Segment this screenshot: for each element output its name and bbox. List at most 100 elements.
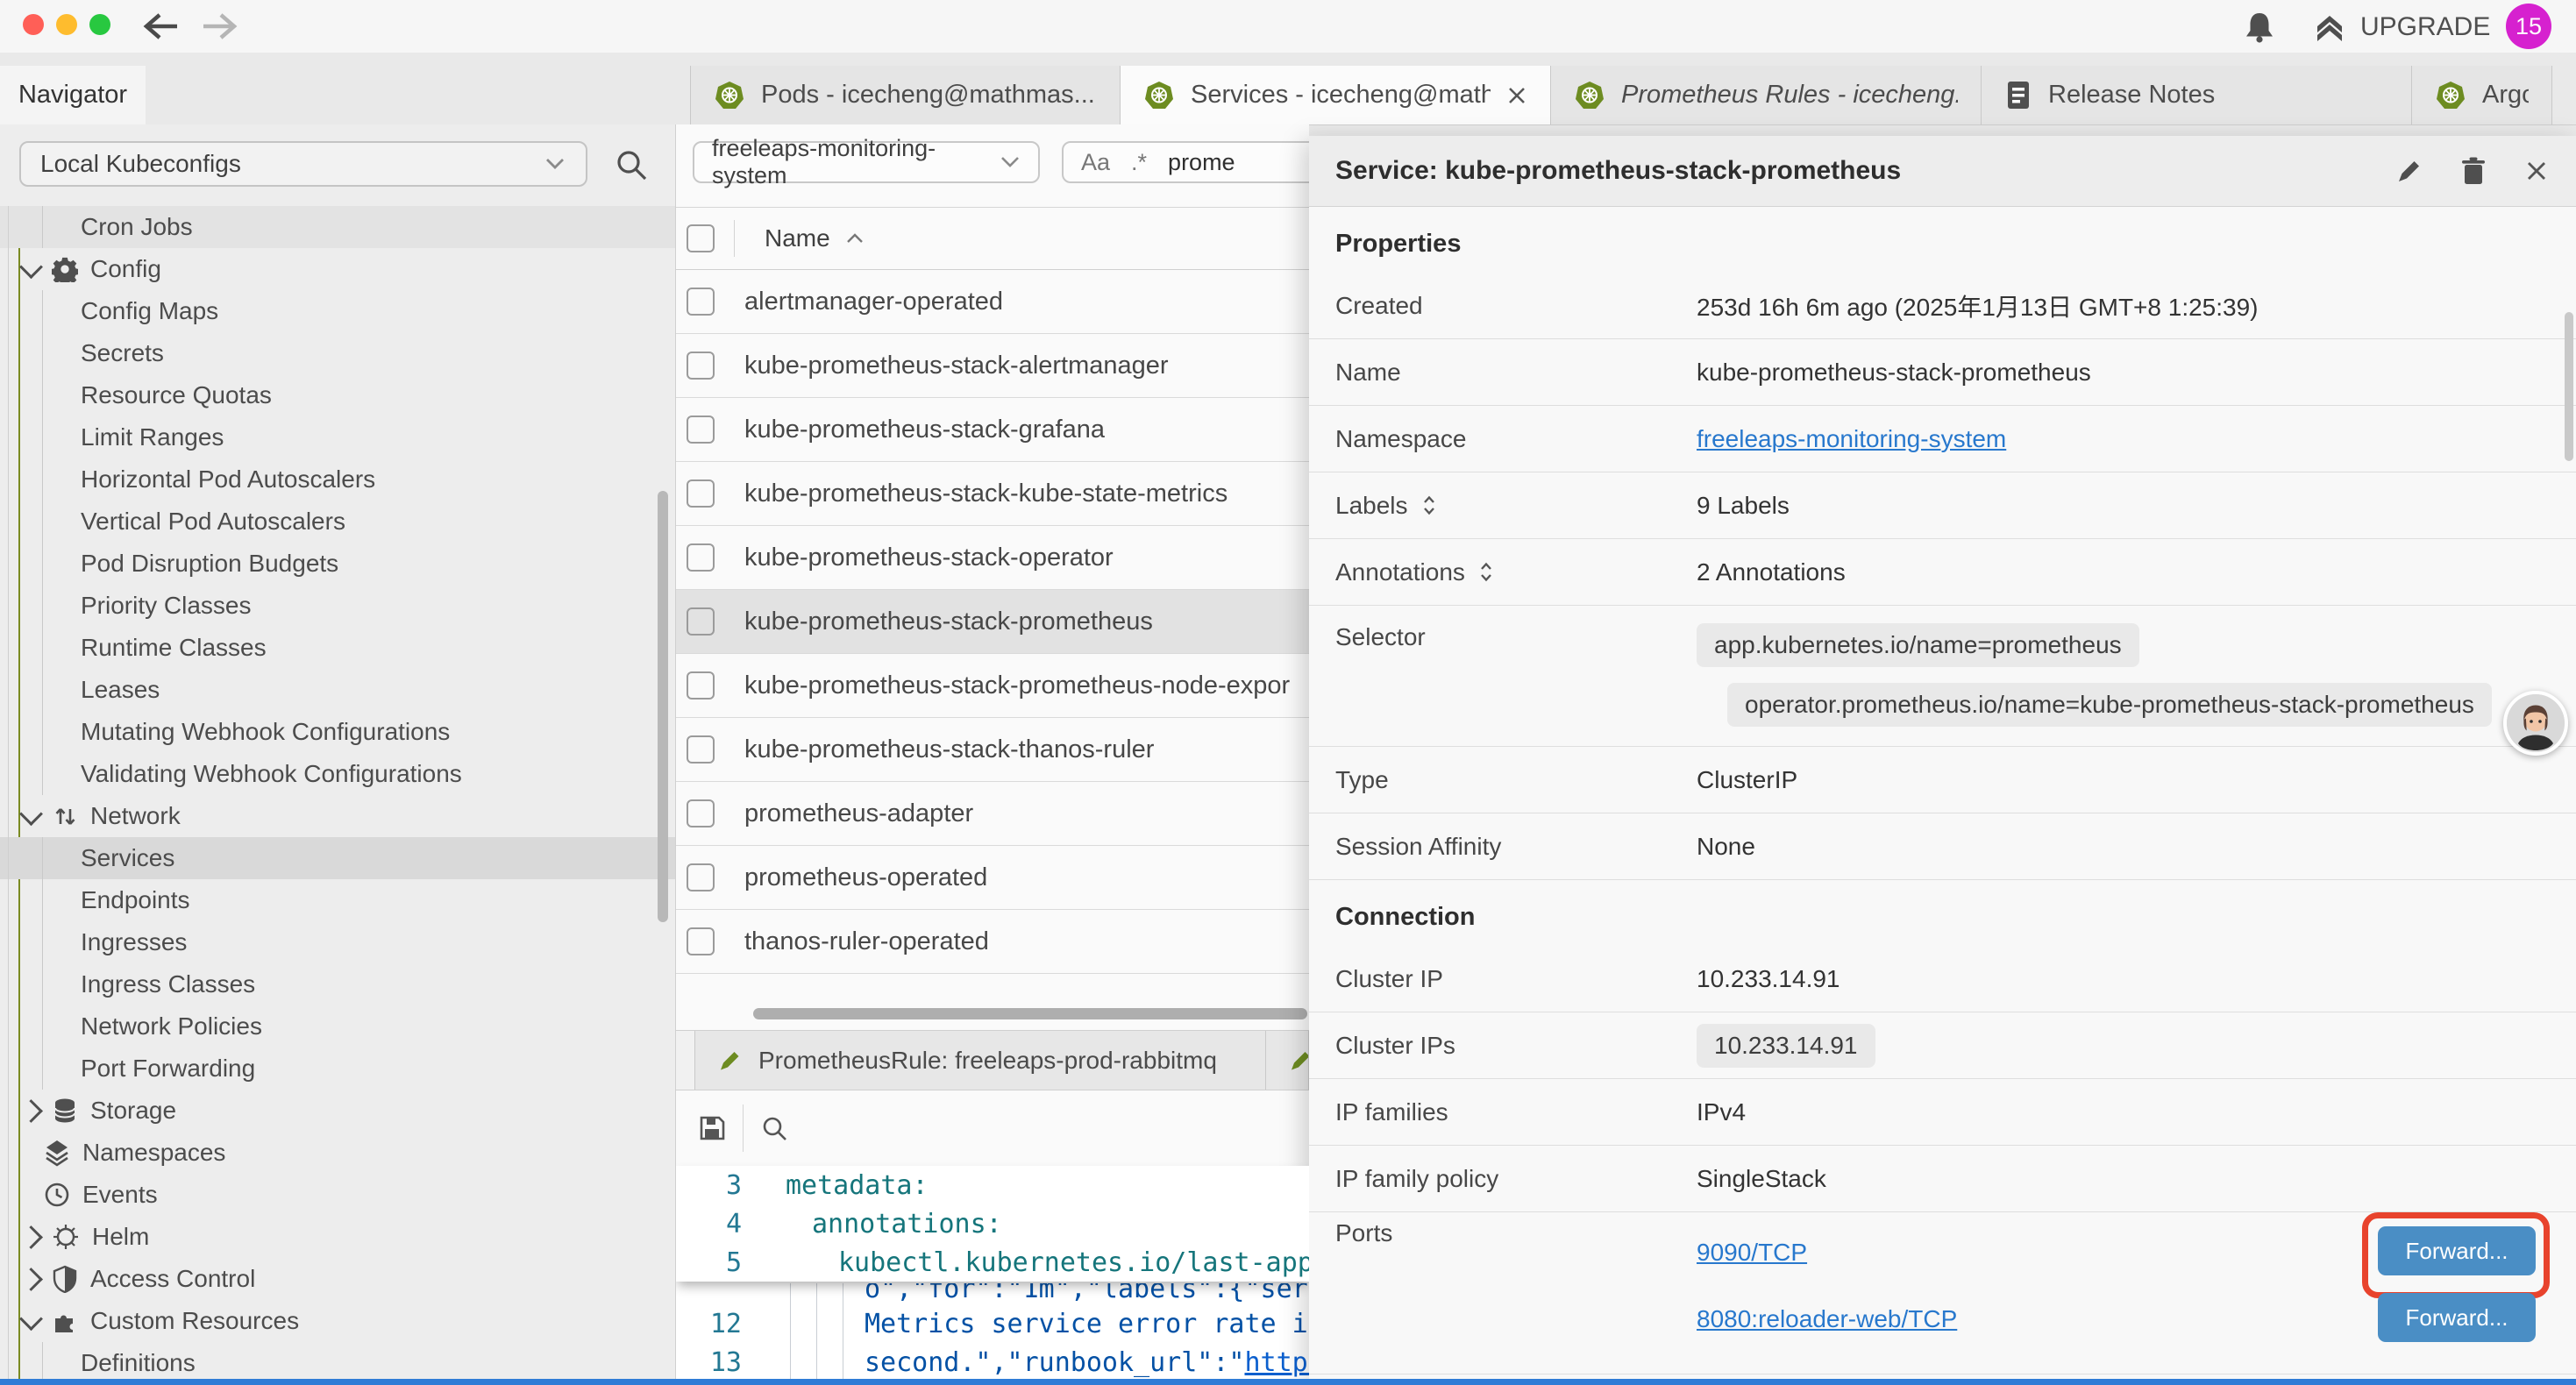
- row-checkbox[interactable]: [687, 927, 715, 955]
- sidebar-item-network[interactable]: Network: [0, 795, 675, 837]
- sidebar-item-custom-resources[interactable]: Custom Resources: [0, 1300, 675, 1342]
- editor-search-icon[interactable]: [760, 1114, 788, 1142]
- table-row[interactable]: kube-prometheus-stack-kube-state-metrics: [676, 462, 1309, 526]
- sidebar-item-priority-classes[interactable]: Priority Classes: [0, 585, 675, 627]
- sidebar-item-cron-jobs[interactable]: Cron Jobs: [0, 206, 675, 248]
- sidebar-item-vertical-pod-autoscalers[interactable]: Vertical Pod Autoscalers: [0, 501, 675, 543]
- service-name: kube-prometheus-stack-thanos-ruler: [744, 735, 1154, 764]
- sidebar-item-config[interactable]: Config: [0, 248, 675, 290]
- clock-icon: [44, 1182, 70, 1208]
- row-checkbox[interactable]: [687, 799, 715, 827]
- row-checkbox[interactable]: [687, 352, 715, 380]
- sidebar-item-helm[interactable]: Helm: [0, 1216, 675, 1258]
- table-row[interactable]: thanos-ruler-operated: [676, 910, 1309, 974]
- select-all-checkbox[interactable]: [687, 224, 715, 252]
- avatar[interactable]: [2503, 691, 2568, 756]
- forward-button[interactable]: Forward...: [2378, 1226, 2536, 1275]
- sidebar-item-endpoints[interactable]: Endpoints: [0, 879, 675, 921]
- editor-tab-prometheusrule[interactable]: PrometheusRule: freeleaps-prod-rabbitmq: [694, 1031, 1266, 1090]
- table-row[interactable]: alertmanager-operated: [676, 270, 1309, 334]
- forward-button[interactable]: Forward...: [2378, 1293, 2536, 1342]
- sidebar-item-runtime-classes[interactable]: Runtime Classes: [0, 627, 675, 669]
- search-value: prome: [1168, 149, 1235, 176]
- regex-toggle[interactable]: .*: [1131, 149, 1147, 176]
- table-row[interactable]: kube-prometheus-stack-prometheus-node-ex…: [676, 654, 1309, 718]
- zoom-window-button[interactable]: [89, 14, 110, 35]
- kubeconfig-selector[interactable]: Local Kubeconfigs: [19, 141, 587, 187]
- row-checkbox[interactable]: [687, 479, 715, 508]
- table-row[interactable]: kube-prometheus-stack-grafana: [676, 398, 1309, 462]
- save-icon[interactable]: [697, 1113, 727, 1143]
- sidebar-item-network-policies[interactable]: Network Policies: [0, 1005, 675, 1048]
- editor-line: o","for":"1m","labels":{"service":": [676, 1283, 1309, 1304]
- sidebar-item-services[interactable]: Services: [0, 837, 675, 879]
- row-checkbox[interactable]: [687, 735, 715, 764]
- sidebar-item-ingress-classes[interactable]: Ingress Classes: [0, 963, 675, 1005]
- sidebar-item-port-forwarding[interactable]: Port Forwarding: [0, 1048, 675, 1090]
- sidebar-item-definitions[interactable]: Definitions: [0, 1342, 675, 1379]
- row-checkbox[interactable]: [687, 416, 715, 444]
- table-row[interactable]: kube-prometheus-stack-thanos-ruler: [676, 718, 1309, 782]
- sidebar-item-resource-quotas[interactable]: Resource Quotas: [0, 374, 675, 416]
- close-tab-icon[interactable]: [1506, 85, 1527, 106]
- panel-scrollbar-thumb[interactable]: [2565, 312, 2573, 461]
- window-titlebar: UPGRADE 15: [0, 0, 2576, 53]
- sidebar-item-horizontal-pod-autoscalers[interactable]: Horizontal Pod Autoscalers: [0, 458, 675, 501]
- editor-tab-partial[interactable]: [1266, 1031, 1309, 1090]
- back-arrow-icon[interactable]: [140, 11, 182, 42]
- tab-navigator[interactable]: Navigator: [0, 66, 146, 124]
- runbook-url-link[interactable]: https://net: [1244, 1347, 1309, 1378]
- sidebar-scrollbar-thumb[interactable]: [658, 491, 668, 922]
- namespace-filter-dropdown[interactable]: freeleaps-monitoring-system: [693, 141, 1040, 183]
- table-row[interactable]: kube-prometheus-stack-alertmanager: [676, 334, 1309, 398]
- row-checkbox[interactable]: [687, 671, 715, 700]
- close-window-button[interactable]: [23, 14, 44, 35]
- horizontal-scrollbar-thumb[interactable]: [753, 1008, 1307, 1019]
- port-link[interactable]: 8080:reloader-web/TCP: [1697, 1305, 1957, 1333]
- row-checkbox[interactable]: [687, 543, 715, 572]
- sidebar-item-validating-webhook-configurations[interactable]: Validating Webhook Configurations: [0, 753, 675, 795]
- sidebar-item-limit-ranges[interactable]: Limit Ranges: [0, 416, 675, 458]
- sidebar-item-config-maps[interactable]: Config Maps: [0, 290, 675, 332]
- namespace-link[interactable]: freeleaps-monitoring-system: [1697, 425, 2006, 453]
- sidebar-item-mutating-webhook-configurations[interactable]: Mutating Webhook Configurations: [0, 711, 675, 753]
- sidebar-item-ingresses[interactable]: Ingresses: [0, 921, 675, 963]
- sidebar-item-label: Port Forwarding: [81, 1055, 255, 1083]
- yaml-editor[interactable]: o","for":"1m","labels":{"service":"12Met…: [676, 1166, 1309, 1379]
- sidebar-item-label: Config: [90, 255, 161, 283]
- tab-argo-se[interactable]: Argo Se: [2412, 66, 2552, 124]
- match-case-toggle[interactable]: Aa: [1081, 149, 1110, 176]
- editor-line: 3metadata:: [676, 1166, 1309, 1204]
- sidebar-item-events[interactable]: Events: [0, 1174, 675, 1216]
- row-checkbox[interactable]: [687, 863, 715, 891]
- close-panel-icon[interactable]: [2523, 158, 2550, 184]
- sidebar-item-leases[interactable]: Leases: [0, 669, 675, 711]
- tab-release-notes[interactable]: Release Notes: [1982, 66, 2412, 124]
- edit-pencil-icon[interactable]: [2394, 156, 2423, 186]
- tab-pods-icecheng-mathmas[interactable]: Pods - icecheng@mathmas...: [690, 66, 1121, 124]
- notification-count-badge[interactable]: 15: [2506, 4, 2551, 49]
- sidebar-item-pod-disruption-budgets[interactable]: Pod Disruption Budgets: [0, 543, 675, 585]
- sidebar-search-icon[interactable]: [614, 147, 649, 182]
- table-row[interactable]: kube-prometheus-stack-operator: [676, 526, 1309, 590]
- line-number: 13: [676, 1347, 742, 1378]
- tab-prometheus-rules-icecheng[interactable]: Prometheus Rules - icecheng...: [1551, 66, 1982, 124]
- editor-tab-label: PrometheusRule: freeleaps-prod-rabbitmq: [758, 1047, 1244, 1075]
- table-row[interactable]: prometheus-operated: [676, 846, 1309, 910]
- name-column-header[interactable]: Name: [765, 224, 865, 252]
- notifications-bell-icon[interactable]: [2243, 9, 2276, 44]
- row-checkbox[interactable]: [687, 607, 715, 636]
- port-link[interactable]: 9090/TCP: [1697, 1239, 1807, 1267]
- upgrade-button[interactable]: UPGRADE: [2311, 9, 2490, 46]
- table-row[interactable]: kube-prometheus-stack-prometheus: [676, 590, 1309, 654]
- sidebar-item-storage[interactable]: Storage: [0, 1090, 675, 1132]
- row-checkbox[interactable]: [687, 288, 715, 316]
- sidebar-item-namespaces[interactable]: Namespaces: [0, 1132, 675, 1174]
- search-input[interactable]: Aa .* prome: [1062, 141, 1309, 183]
- sidebar-item-secrets[interactable]: Secrets: [0, 332, 675, 374]
- delete-trash-icon[interactable]: [2460, 156, 2487, 186]
- minimize-window-button[interactable]: [56, 14, 77, 35]
- table-row[interactable]: prometheus-adapter: [676, 782, 1309, 846]
- tab-services-icecheng-math[interactable]: Services - icecheng@math...: [1121, 66, 1551, 124]
- sidebar-item-access-control[interactable]: Access Control: [0, 1258, 675, 1300]
